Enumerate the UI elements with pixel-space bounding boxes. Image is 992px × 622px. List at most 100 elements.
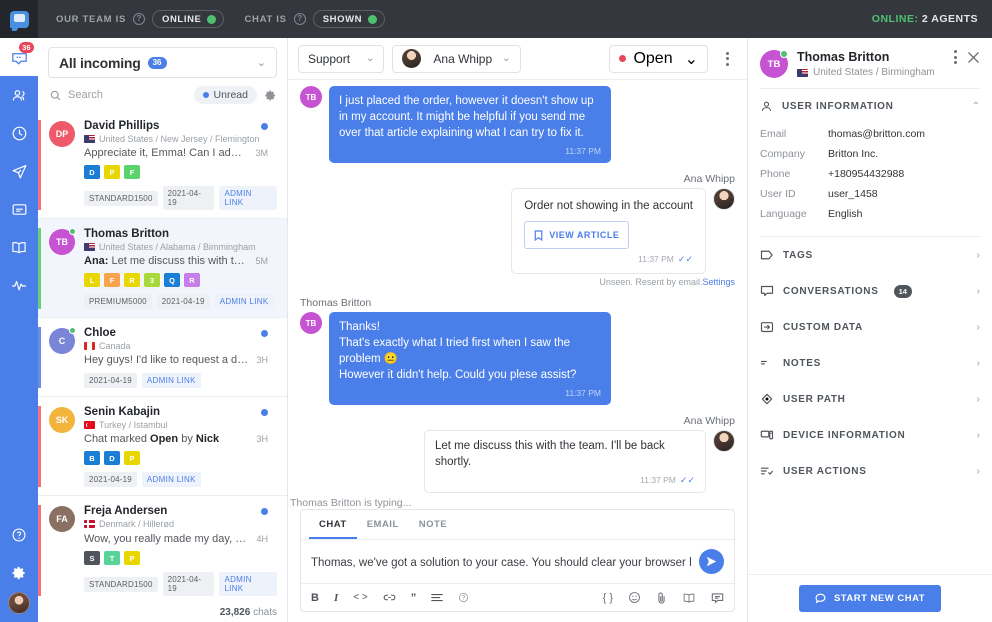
chat-list-item-meta: 2021-04-19 ADMIN LINK xyxy=(84,472,277,487)
chat-list-item-body: Freja Andersen Denmark / Hillerød Wow, you… xyxy=(75,505,277,596)
section-user-actions[interactable]: USER ACTIONS › xyxy=(748,453,992,489)
chat-help-icon[interactable]: ? xyxy=(293,13,306,25)
avatar: FA xyxy=(49,506,75,532)
emoji-icon[interactable] xyxy=(628,591,641,604)
send-button[interactable] xyxy=(699,549,724,574)
message-group: Ana Whipp Let me discuss this with the te… xyxy=(300,415,735,493)
sidebar-item-history[interactable] xyxy=(0,114,38,152)
attachment-icon[interactable] xyxy=(656,591,667,604)
chat-list-item[interactable]: TB Thomas Britton United States / Alabama … xyxy=(38,219,287,318)
team-status-toggle[interactable]: ONLINE xyxy=(151,10,225,28)
composer-tab-chat[interactable]: CHAT xyxy=(309,510,357,539)
avatar: TB xyxy=(300,312,322,334)
avatar: TB xyxy=(49,228,76,255)
tag-badge[interactable]: D xyxy=(84,165,100,179)
search-input[interactable]: Search xyxy=(68,89,103,101)
sidebar-item-knowledge-base[interactable] xyxy=(0,228,38,266)
tag-badge[interactable]: F xyxy=(104,273,120,287)
section-notes[interactable]: NOTES › xyxy=(748,345,992,381)
section-user-information[interactable]: USER INFORMATION ⌃ xyxy=(748,89,992,124)
admin-link[interactable]: ADMIN LINK xyxy=(219,186,277,210)
tag-badge[interactable]: B xyxy=(84,451,100,465)
section-user-path[interactable]: USER PATH › xyxy=(748,381,992,417)
sidebar-item-reports[interactable] xyxy=(0,266,38,304)
chat-status-toggle[interactable]: SHOWN xyxy=(312,10,386,28)
message-sender: Ana Whipp xyxy=(683,415,735,427)
admin-link[interactable]: ADMIN LINK xyxy=(141,472,201,487)
view-article-button[interactable]: VIEW ARTICLE xyxy=(524,221,630,249)
canned-response-icon[interactable]: { } xyxy=(603,592,613,604)
chat-list-scroll[interactable]: DP David Phillips United States / New Jers… xyxy=(38,111,287,604)
tag-badge[interactable]: P xyxy=(124,551,140,565)
team-help-icon[interactable]: ? xyxy=(132,13,145,25)
tag-badge[interactable]: F xyxy=(124,165,140,179)
avatar: SK xyxy=(49,407,75,433)
tag-badge[interactable]: T xyxy=(104,551,120,565)
agent-select[interactable]: Ana Whipp ⌄ xyxy=(392,44,521,73)
section-tags[interactable]: TAGS › xyxy=(748,237,992,273)
conversation-more-menu[interactable] xyxy=(716,51,737,66)
bold-icon[interactable]: B xyxy=(311,592,319,604)
admin-link[interactable]: ADMIN LINK xyxy=(214,294,274,309)
tag-badge[interactable]: Q xyxy=(164,273,180,287)
list-settings-gear-icon[interactable] xyxy=(264,89,277,102)
section-device-information[interactable]: DEVICE INFORMATION › xyxy=(748,417,992,453)
admin-link[interactable]: ADMIN LINK xyxy=(141,373,201,388)
field-value[interactable]: thomas@britton.com xyxy=(828,128,925,140)
sidebar-item-archives[interactable] xyxy=(0,190,38,228)
app-logo[interactable] xyxy=(0,0,38,38)
chat-list-item[interactable]: SK Senin Kabajin Turkey / Istambul Chat mar… xyxy=(38,397,287,496)
sidebar-item-team[interactable] xyxy=(0,76,38,114)
chat-list-item[interactable]: C Chloe Canada Hey guys! I'd like to reques… xyxy=(38,318,287,397)
conversation-panel: Support ⌄ Ana Whipp ⌄ Open ⌄ TB I just p… xyxy=(288,38,748,622)
tag-badge[interactable]: R xyxy=(184,273,200,287)
help-icon[interactable] xyxy=(458,592,469,603)
quote-icon[interactable]: ” xyxy=(411,592,417,604)
field-value[interactable]: +180954432988 xyxy=(828,168,904,180)
start-new-chat-button[interactable]: START NEW CHAT xyxy=(798,585,942,612)
tag-badge[interactable]: L xyxy=(84,273,100,287)
delivery-settings-link[interactable]: Settings xyxy=(702,277,735,287)
composer-tabs: CHAT EMAIL NOTE xyxy=(301,510,734,540)
sidebar-item-help[interactable] xyxy=(0,516,38,554)
field-value[interactable]: user_1458 xyxy=(828,188,878,200)
close-icon[interactable] xyxy=(967,51,980,64)
group-select[interactable]: Support ⌄ xyxy=(298,44,385,73)
message-line: TB Thanks! That's exactly what I tried fir… xyxy=(300,312,735,405)
messages-area[interactable]: TB I just placed the order, however it do… xyxy=(288,80,747,495)
chevron-down-icon: ⌄ xyxy=(256,57,266,69)
avatar[interactable] xyxy=(8,592,30,614)
sidebar-item-chats[interactable]: 36 xyxy=(0,38,38,76)
section-custom-data[interactable]: CUSTOM DATA › xyxy=(748,309,992,345)
unread-filter-chip[interactable]: Unread xyxy=(193,86,257,104)
tag-badge[interactable]: 3 xyxy=(144,273,160,287)
admin-link[interactable]: ADMIN LINK xyxy=(219,572,277,596)
composer-tab-note[interactable]: NOTE xyxy=(409,510,457,539)
section-conversations[interactable]: CONVERSATIONS 14 › xyxy=(748,273,992,309)
tag-badge[interactable]: R xyxy=(124,273,140,287)
field-value[interactable]: Britton Inc. xyxy=(828,148,878,160)
list-icon[interactable] xyxy=(431,593,443,603)
ticket-icon[interactable] xyxy=(711,592,724,604)
code-icon[interactable]: < > xyxy=(353,592,367,603)
avatar-initials: TB xyxy=(767,58,781,70)
link-icon[interactable] xyxy=(383,592,396,603)
message-input[interactable]: Thomas, we've got a solution to your cas… xyxy=(311,555,691,569)
sidebar-item-campaigns[interactable] xyxy=(0,152,38,190)
filter-dropdown[interactable]: All incoming 36 ⌄ xyxy=(48,47,277,78)
tag-badge[interactable]: D xyxy=(104,451,120,465)
italic-icon[interactable]: I xyxy=(334,592,338,604)
chat-list-item[interactable]: DP David Phillips United States / New Jers… xyxy=(38,111,287,219)
sidebar-item-settings[interactable] xyxy=(0,554,38,592)
status-select[interactable]: Open ⌄ xyxy=(609,44,708,73)
chat-list-item[interactable]: FA Freja Andersen Denmark / Hillerød Wow, y… xyxy=(38,496,287,604)
tag-badge[interactable]: S xyxy=(84,551,100,565)
message-timestamp: 11:37 PM ✓✓ xyxy=(638,254,693,264)
knowledge-base-icon[interactable] xyxy=(682,592,696,604)
tag-badge[interactable]: P xyxy=(104,165,120,179)
composer-tab-email[interactable]: EMAIL xyxy=(357,510,409,539)
field-value[interactable]: English xyxy=(828,208,862,220)
tag-badge[interactable]: P xyxy=(124,451,140,465)
panel-more-menu[interactable] xyxy=(954,50,957,64)
nav-rail: 36 xyxy=(0,38,38,622)
